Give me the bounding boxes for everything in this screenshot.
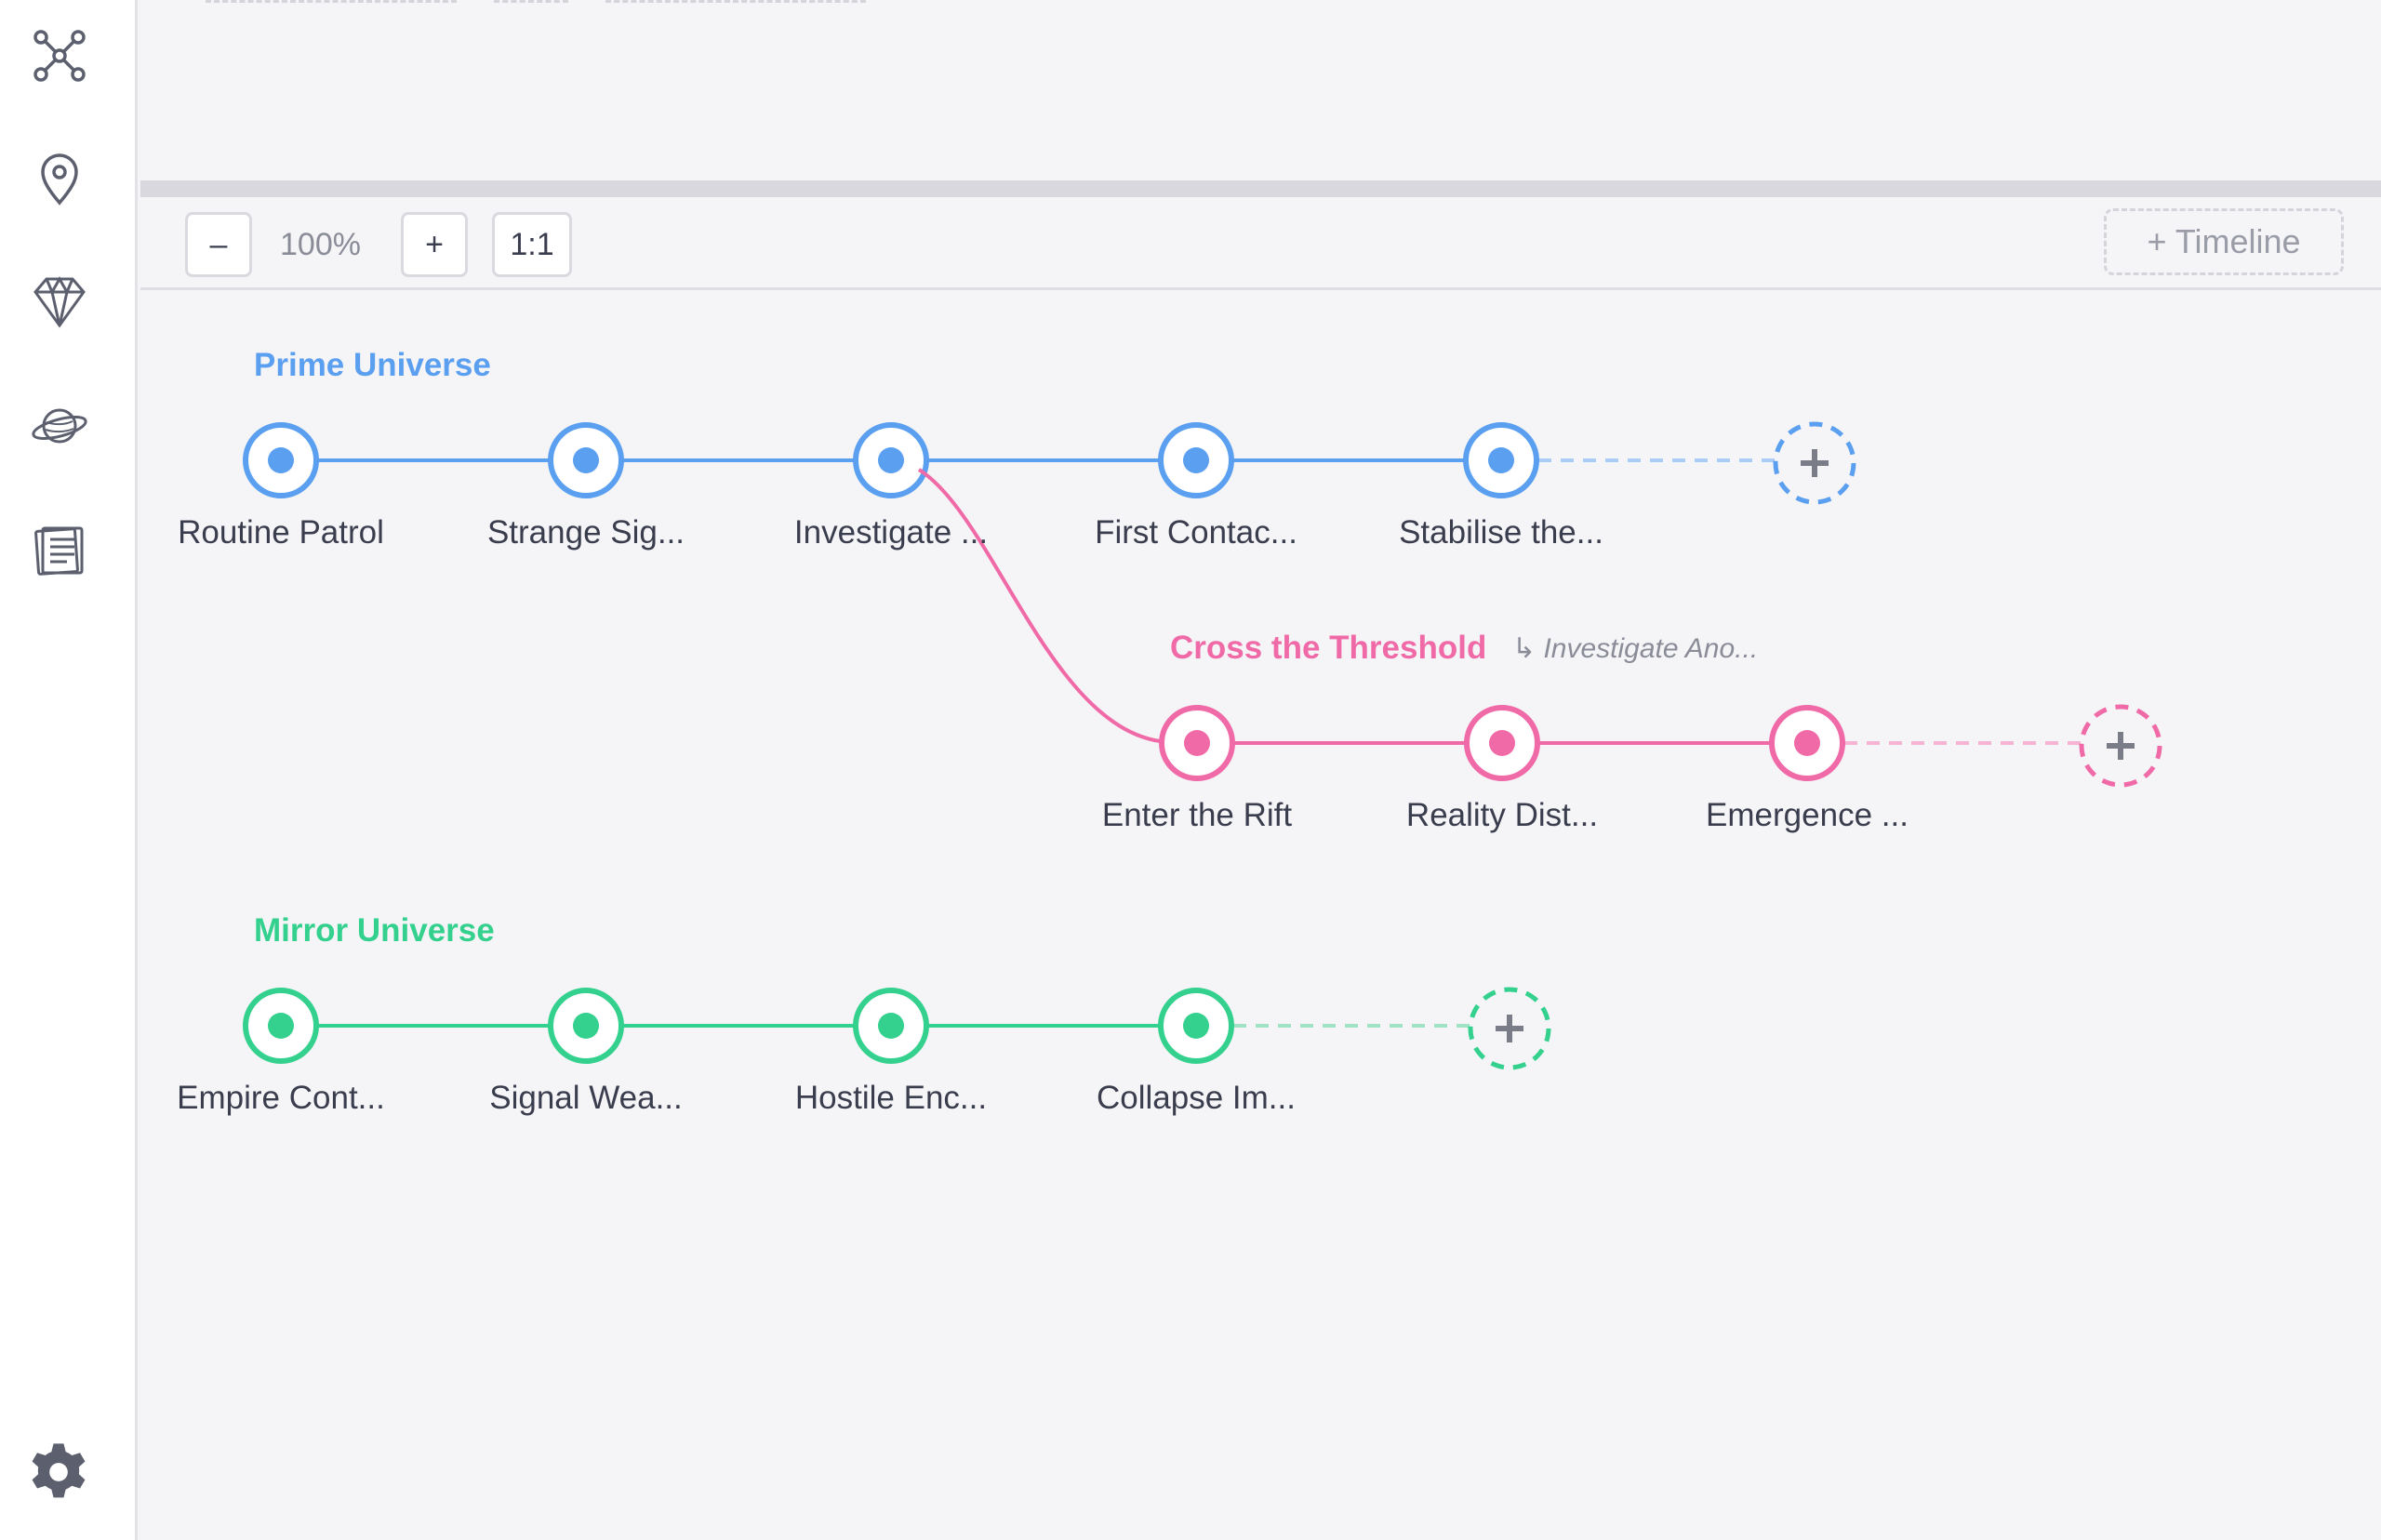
event-label[interactable]: Empire Cont... bbox=[177, 1080, 385, 1117]
graph-nodes-icon[interactable] bbox=[22, 19, 97, 93]
event-label[interactable]: Hostile Enc... bbox=[795, 1080, 987, 1117]
event-label[interactable]: Signal Wea... bbox=[489, 1080, 683, 1117]
plus-icon bbox=[1801, 449, 1829, 477]
branch-connector bbox=[917, 468, 1161, 743]
timeline-title[interactable]: Cross the Threshold bbox=[1170, 630, 1486, 667]
event-label[interactable]: Investigate ... bbox=[794, 514, 988, 551]
event-label[interactable]: Routine Patrol bbox=[178, 514, 384, 551]
add-event-button[interactable] bbox=[1468, 987, 1551, 1070]
event-node-dot bbox=[268, 1013, 294, 1039]
event-node-dot bbox=[1184, 730, 1210, 756]
add-event-button[interactable] bbox=[2079, 704, 2162, 788]
event-node-dot bbox=[1183, 447, 1209, 473]
event-node-dot bbox=[573, 1013, 599, 1039]
diamond-icon[interactable] bbox=[22, 264, 97, 339]
branch-origin-label: ↳ Investigate Ano... bbox=[1512, 633, 1759, 664]
zoom-level: 100% bbox=[280, 226, 361, 262]
add-event-button[interactable] bbox=[1773, 421, 1856, 505]
add-timeline-button[interactable]: + Timeline bbox=[2104, 208, 2344, 275]
upper-pane-remnant bbox=[206, 0, 866, 6]
zoom-out-button[interactable]: – bbox=[185, 212, 252, 277]
notes-icon[interactable] bbox=[22, 513, 97, 588]
event-node-dot bbox=[573, 447, 599, 473]
timeline-toolbar: – 100% + 1:1 + Timeline bbox=[140, 197, 2381, 290]
event-node-dot bbox=[1183, 1013, 1209, 1039]
map-pin-icon[interactable] bbox=[22, 141, 97, 216]
event-label[interactable]: First Contac... bbox=[1095, 514, 1297, 551]
plus-icon bbox=[1496, 1015, 1523, 1042]
zoom-in-button[interactable]: + bbox=[401, 212, 468, 277]
event-label[interactable]: Strange Sig... bbox=[487, 514, 685, 551]
timeline-title[interactable]: Mirror Universe bbox=[254, 912, 495, 949]
event-node-dot bbox=[1794, 730, 1820, 756]
plus-icon bbox=[2107, 732, 2135, 760]
gear-icon[interactable] bbox=[26, 1440, 91, 1505]
event-label[interactable]: Emergence ... bbox=[1706, 797, 1909, 834]
event-label[interactable]: Enter the Rift bbox=[1102, 797, 1292, 834]
reset-zoom-button[interactable]: 1:1 bbox=[492, 212, 572, 277]
event-label[interactable]: Collapse Im... bbox=[1097, 1080, 1296, 1117]
pane-splitter[interactable] bbox=[140, 180, 2381, 197]
event-label[interactable]: Stabilise the... bbox=[1399, 514, 1603, 551]
event-node-dot bbox=[1489, 730, 1515, 756]
event-node-dot bbox=[878, 447, 904, 473]
event-label[interactable]: Reality Dist... bbox=[1406, 797, 1598, 834]
timeline-canvas: Routine Patrol Strange Sig... Investigate … bbox=[140, 293, 2381, 1540]
event-node-dot bbox=[1488, 447, 1514, 473]
event-node-dot bbox=[878, 1013, 904, 1039]
event-node-dot bbox=[268, 447, 294, 473]
upper-pane bbox=[140, 0, 2381, 180]
timeline-title[interactable]: Prime Universe bbox=[254, 347, 491, 384]
planet-icon[interactable] bbox=[22, 389, 97, 463]
sidebar bbox=[0, 0, 138, 1540]
